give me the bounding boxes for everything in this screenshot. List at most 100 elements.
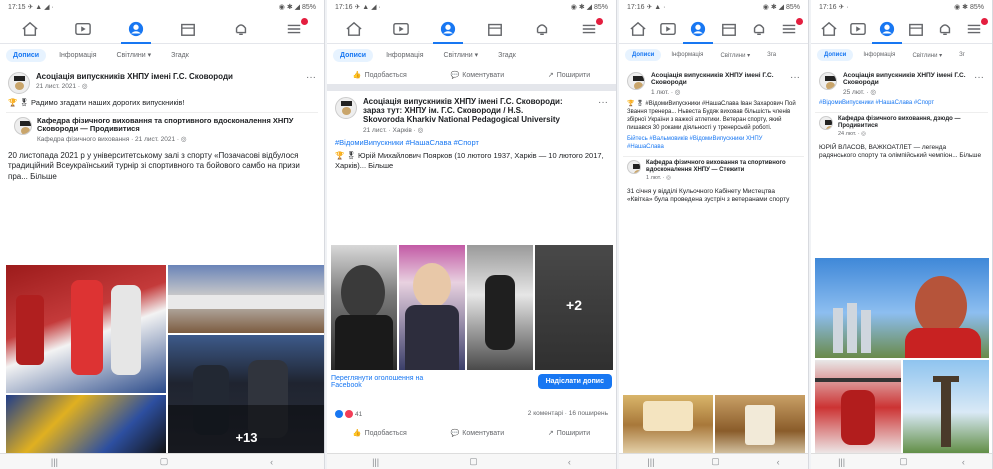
more-options-icon[interactable]: ··· [598, 97, 608, 108]
notifications-icon[interactable] [232, 21, 250, 37]
recent-apps-icon[interactable]: ||| [838, 457, 845, 467]
home-icon[interactable] [345, 21, 363, 37]
android-back-icon[interactable]: ‹ [270, 457, 273, 467]
page-avatar[interactable] [335, 97, 357, 119]
shared-avatar[interactable] [627, 159, 641, 174]
recent-apps-icon[interactable]: ||| [372, 457, 379, 467]
post-hashtags[interactable]: #ВідомиВипускники #НашаСлава #Спорт [327, 136, 616, 150]
tab-mentions[interactable]: Зга [760, 49, 783, 61]
shared-author[interactable]: Кафедра фізичного виховання, дзюдо — Про… [838, 116, 984, 130]
post-hashtags[interactable]: #ВідомиВипускники #НашаСлава #Спорт [811, 98, 992, 110]
shared-avatar[interactable] [14, 116, 32, 135]
shared-meta: 24 лют. · ◎ [838, 130, 866, 137]
tab-posts[interactable]: Допиcи [625, 49, 662, 61]
profile-icon[interactable] [872, 21, 903, 44]
tab-about[interactable]: Інформація [379, 49, 430, 62]
send-post-button[interactable]: Надіслати допис [537, 374, 612, 389]
post-photo-3[interactable] [6, 395, 166, 455]
menu-icon[interactable] [780, 17, 803, 37]
tab-posts[interactable]: Допиcи [817, 49, 854, 61]
marketplace-icon[interactable] [486, 21, 504, 37]
home-icon[interactable] [629, 21, 647, 37]
android-back-icon[interactable]: ‹ [962, 457, 965, 467]
notifications-icon[interactable] [936, 21, 954, 37]
post-photo-2[interactable] [399, 245, 465, 370]
tab-mentions[interactable]: Згадк [491, 49, 523, 62]
shared-author[interactable]: Кафедра фізичного виховання та спортивно… [37, 116, 310, 134]
tab-mentions[interactable]: Зг [952, 49, 972, 61]
video-icon[interactable] [849, 21, 867, 37]
profile-icon[interactable] [433, 21, 464, 44]
reactions-summary[interactable]: 41 [335, 410, 362, 418]
tab-about[interactable]: Інформація [856, 49, 902, 61]
notifications-icon[interactable] [750, 21, 768, 37]
post-photo-3[interactable] [467, 245, 533, 370]
post-photo-3[interactable] [903, 360, 989, 455]
tab-mentions[interactable]: Згадк [164, 49, 196, 62]
menu-icon[interactable] [580, 17, 603, 37]
post-photo-1[interactable] [331, 245, 397, 370]
android-back-icon[interactable]: ‹ [568, 457, 571, 467]
video-icon[interactable] [659, 21, 677, 37]
comment-button[interactable]: 💬 Коментувати [451, 429, 505, 438]
more-options-icon[interactable]: ··· [974, 72, 984, 83]
share-button[interactable]: ↗ Поширити [548, 429, 590, 438]
comment-label: Коментувати [462, 71, 505, 79]
cta-text[interactable]: Переглянути оголошення на Facebook [331, 375, 451, 389]
more-options-icon[interactable]: ··· [306, 72, 316, 83]
post-photo-1[interactable] [623, 395, 713, 455]
android-home-icon[interactable]: ▢ [160, 456, 169, 467]
tab-photos[interactable]: Світлини ▾ [713, 49, 757, 62]
tab-photos[interactable]: Світлини ▾ [905, 49, 949, 62]
more-options-icon[interactable]: ··· [790, 72, 800, 83]
video-icon[interactable] [74, 21, 92, 37]
tab-about[interactable]: Інформація [52, 49, 103, 62]
recent-apps-icon[interactable]: ||| [647, 457, 654, 467]
marketplace-icon[interactable] [179, 21, 197, 37]
tab-photos[interactable]: Світлини ▾ [110, 48, 159, 62]
video-icon[interactable] [392, 21, 410, 37]
page-avatar[interactable] [8, 72, 30, 94]
page-avatar[interactable] [819, 72, 837, 90]
tab-posts[interactable]: Допиcи [333, 48, 374, 62]
profile-icon[interactable] [683, 21, 714, 44]
marketplace-icon[interactable] [907, 21, 925, 37]
like-button[interactable]: 👍 Подобається [353, 429, 407, 438]
profile-icon[interactable] [120, 21, 151, 44]
home-icon[interactable] [21, 21, 39, 37]
post-photo-4[interactable]: +13 [168, 335, 324, 455]
home-icon[interactable] [820, 21, 838, 37]
post-meta: 21 лист. · Харків · ◎ [363, 126, 424, 134]
comment-button[interactable]: 💬 Коментувати [451, 71, 505, 80]
post-author[interactable]: Асоціація випускників ХНПУ імені Г.С. Ск… [843, 72, 968, 87]
comments-count[interactable]: 2 коментарі · 16 поширень [528, 410, 608, 418]
marketplace-icon[interactable] [720, 21, 738, 37]
more-photos-count: +13 [235, 430, 258, 445]
menu-icon[interactable] [965, 17, 988, 37]
post-photo-1[interactable] [6, 265, 166, 393]
post-photo-2[interactable] [715, 395, 805, 455]
post-photo-4[interactable]: +2 [535, 245, 613, 370]
like-button[interactable]: 👍 Подобається [353, 71, 407, 80]
android-back-icon[interactable]: ‹ [777, 457, 780, 467]
android-home-icon[interactable]: ▢ [711, 456, 720, 467]
post-photo-1[interactable] [815, 258, 989, 358]
tab-about[interactable]: Інформація [664, 49, 710, 61]
shared-author[interactable]: Кафедра фізичного виховання та спортивно… [646, 160, 800, 174]
recent-apps-icon[interactable]: ||| [51, 457, 58, 467]
tab-photos[interactable]: Світлини ▾ [437, 48, 486, 62]
android-home-icon[interactable]: ▢ [899, 456, 908, 467]
post-photo-2[interactable] [168, 265, 324, 333]
post-author[interactable]: Асоціація випускників ХНПУ імені Г.С. Ск… [651, 72, 784, 87]
tab-posts[interactable]: Допиcи [6, 48, 47, 62]
android-home-icon[interactable]: ▢ [469, 456, 478, 467]
notifications-icon[interactable] [533, 21, 551, 37]
share-button[interactable]: ↗ Поширити [548, 71, 590, 80]
post-author[interactable]: Асоціація випускників ХНПУ імені Г.С. Ск… [363, 97, 563, 125]
page-avatar[interactable] [627, 72, 645, 90]
shared-avatar[interactable] [819, 115, 833, 130]
post-author[interactable]: Асоціація випускників ХНПУ імені Г.С. Ск… [36, 72, 233, 81]
post-hashtags[interactable]: Бійтесь #Вальмовиків #ВідомиВипускники Х… [619, 134, 808, 154]
menu-icon[interactable] [285, 17, 308, 37]
post-photo-2[interactable] [815, 360, 901, 455]
